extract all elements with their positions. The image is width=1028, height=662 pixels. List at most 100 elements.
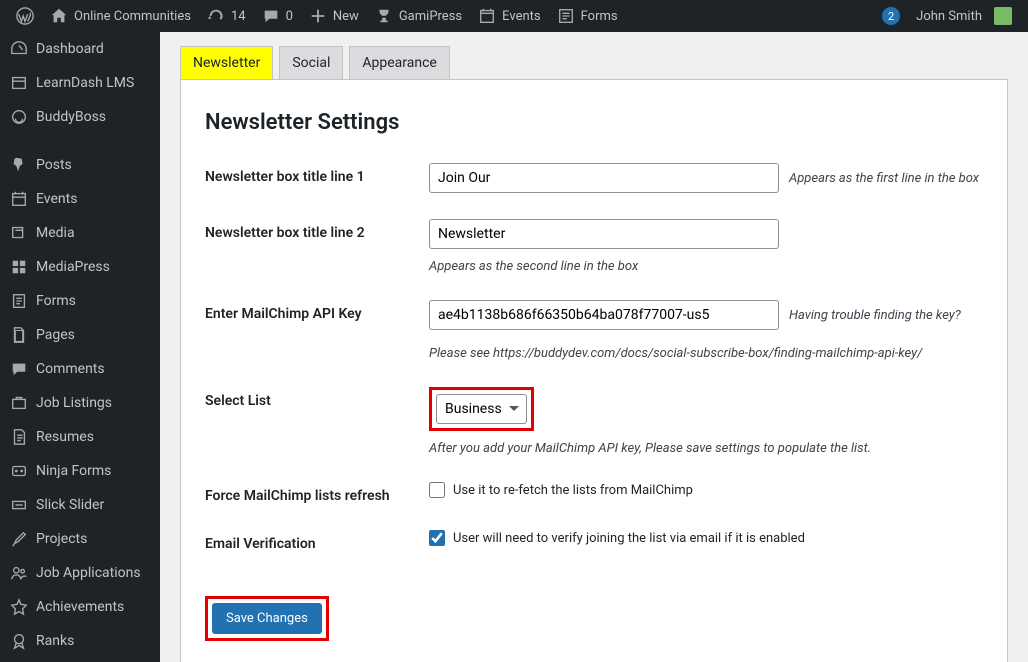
line1-desc: Appears as the first line in the box bbox=[789, 171, 979, 186]
sidebar-item-achievements[interactable]: Achievements bbox=[0, 590, 160, 624]
sidebar-item-label: LearnDash LMS bbox=[36, 75, 134, 91]
sidebar-item-label: Achievements bbox=[36, 599, 124, 615]
wordpress-icon bbox=[16, 7, 34, 25]
sidebar-item-label: Comments bbox=[36, 361, 105, 377]
learndash-icon bbox=[10, 74, 28, 92]
sidebar-item-mediapress[interactable]: MediaPress bbox=[0, 250, 160, 284]
sidebar-item-posts[interactable]: Posts bbox=[0, 148, 160, 182]
sidebar-item-label: Job Listings bbox=[36, 395, 112, 411]
apikey-label: Enter MailChimp API Key bbox=[205, 300, 429, 322]
update-icon bbox=[207, 7, 225, 25]
sidebar-item-label: Ranks bbox=[36, 633, 74, 649]
slider-icon bbox=[10, 496, 28, 514]
site-link[interactable]: Online Communities bbox=[42, 0, 199, 32]
refresh-desc: Use it to re-fetch the lists from MailCh… bbox=[453, 483, 693, 498]
sidebar-item-jobapps[interactable]: Job Applications bbox=[0, 556, 160, 590]
buddyboss-icon bbox=[10, 108, 28, 126]
list-label: Select List bbox=[205, 387, 429, 409]
comment-icon bbox=[10, 360, 28, 378]
updates-count: 14 bbox=[231, 9, 246, 24]
sidebar-item-dashboard[interactable]: Dashboard bbox=[0, 32, 160, 66]
sidebar-item-events[interactable]: Events bbox=[0, 182, 160, 216]
user-link[interactable]: John Smith bbox=[908, 0, 1020, 32]
sidebar-item-media[interactable]: Media bbox=[0, 216, 160, 250]
brush-icon bbox=[10, 530, 28, 548]
forms-link[interactable]: Forms bbox=[549, 0, 626, 32]
events-label: Events bbox=[502, 9, 540, 24]
apikey-help: Please see https://buddydev.com/docs/soc… bbox=[429, 346, 983, 361]
sidebar-item-comments[interactable]: Comments bbox=[0, 352, 160, 386]
verify-desc: User will need to verify joining the lis… bbox=[453, 531, 805, 546]
briefcase-icon bbox=[10, 394, 28, 412]
sidebar-item-label: Posts bbox=[36, 157, 72, 173]
sidebar-item-label: Dashboard bbox=[36, 41, 104, 57]
trophy-icon bbox=[375, 7, 393, 25]
dashboard-icon bbox=[10, 40, 28, 58]
sidebar-item-ranks[interactable]: Ranks bbox=[0, 624, 160, 658]
sidebar-item-learndash[interactable]: LearnDash LMS bbox=[0, 66, 160, 100]
new-label: New bbox=[333, 9, 359, 24]
calendar-icon bbox=[478, 7, 496, 25]
apikey-desc: Having trouble finding the key? bbox=[789, 308, 961, 323]
sidebar-item-label: Projects bbox=[36, 531, 87, 547]
avatar bbox=[994, 7, 1012, 25]
sidebar-item-label: Job Applications bbox=[36, 565, 141, 581]
verify-checkbox[interactable] bbox=[429, 530, 445, 546]
content: Newsletter Social Appearance Newsletter … bbox=[160, 32, 1028, 662]
tab-newsletter[interactable]: Newsletter bbox=[180, 46, 273, 79]
ninja-icon bbox=[10, 462, 28, 480]
sidebar-item-resumes[interactable]: Resumes bbox=[0, 420, 160, 454]
list-select[interactable]: Business bbox=[436, 394, 527, 424]
sidebar-item-forms[interactable]: Forms bbox=[0, 284, 160, 318]
gamipress-label: GamiPress bbox=[399, 9, 462, 24]
verify-label: Email Verification bbox=[205, 530, 429, 552]
sidebar-item-ninjaforms[interactable]: Ninja Forms bbox=[0, 454, 160, 488]
calendar-icon bbox=[10, 190, 28, 208]
pin-icon bbox=[10, 156, 28, 174]
comments-link[interactable]: 0 bbox=[254, 0, 301, 32]
sidebar-item-joblistings[interactable]: Job Listings bbox=[0, 386, 160, 420]
events-link[interactable]: Events bbox=[470, 0, 548, 32]
save-button[interactable]: Save Changes bbox=[212, 603, 322, 634]
list-desc: After you add your MailChimp API key, Pl… bbox=[429, 441, 871, 456]
sidebar-item-label: Media bbox=[36, 225, 75, 241]
refresh-checkbox[interactable] bbox=[429, 482, 445, 498]
sidebar-item-pages[interactable]: Pages bbox=[0, 318, 160, 352]
notifications-link[interactable]: 2 bbox=[874, 0, 908, 32]
sidebar-item-label: Pages bbox=[36, 327, 75, 343]
sidebar-item-label: Events bbox=[36, 191, 77, 207]
settings-panel: Newsletter Settings Newsletter box title… bbox=[180, 79, 1008, 662]
home-icon bbox=[50, 7, 68, 25]
sidebar-item-label: Ninja Forms bbox=[36, 463, 111, 479]
comments-count: 0 bbox=[286, 9, 293, 24]
sidebar-item-label: Forms bbox=[36, 293, 76, 309]
save-highlight: Save Changes bbox=[205, 596, 329, 641]
sidebar-item-buddyboss[interactable]: BuddyBoss bbox=[0, 100, 160, 134]
sidebar-item-label: Slick Slider bbox=[36, 497, 104, 513]
document-icon bbox=[10, 428, 28, 446]
line2-label: Newsletter box title line 2 bbox=[205, 219, 429, 241]
line2-input[interactable] bbox=[429, 219, 779, 249]
adminbar: Online Communities 14 0 New GamiPress Ev… bbox=[0, 0, 1028, 32]
sidebar-item-label: BuddyBoss bbox=[36, 109, 106, 125]
wp-logo[interactable] bbox=[8, 0, 42, 32]
page-title: Newsletter Settings bbox=[205, 110, 983, 135]
new-link[interactable]: New bbox=[301, 0, 367, 32]
comment-icon bbox=[262, 7, 280, 25]
sidebar-item-label: Resumes bbox=[36, 429, 94, 445]
sidebar-item-slickslider[interactable]: Slick Slider bbox=[0, 488, 160, 522]
gamipress-link[interactable]: GamiPress bbox=[367, 0, 470, 32]
star-icon bbox=[10, 598, 28, 616]
tab-social[interactable]: Social bbox=[279, 46, 343, 79]
notif-badge: 2 bbox=[882, 7, 900, 25]
sidebar-item-label: MediaPress bbox=[36, 259, 110, 275]
form-icon bbox=[557, 7, 575, 25]
line1-input[interactable] bbox=[429, 163, 779, 193]
updates-link[interactable]: 14 bbox=[199, 0, 254, 32]
medal-icon bbox=[10, 632, 28, 650]
sidebar-item-projects[interactable]: Projects bbox=[0, 522, 160, 556]
forms-label: Forms bbox=[581, 9, 618, 24]
apikey-input[interactable] bbox=[429, 300, 779, 330]
tab-appearance[interactable]: Appearance bbox=[349, 46, 449, 79]
plus-icon bbox=[309, 7, 327, 25]
